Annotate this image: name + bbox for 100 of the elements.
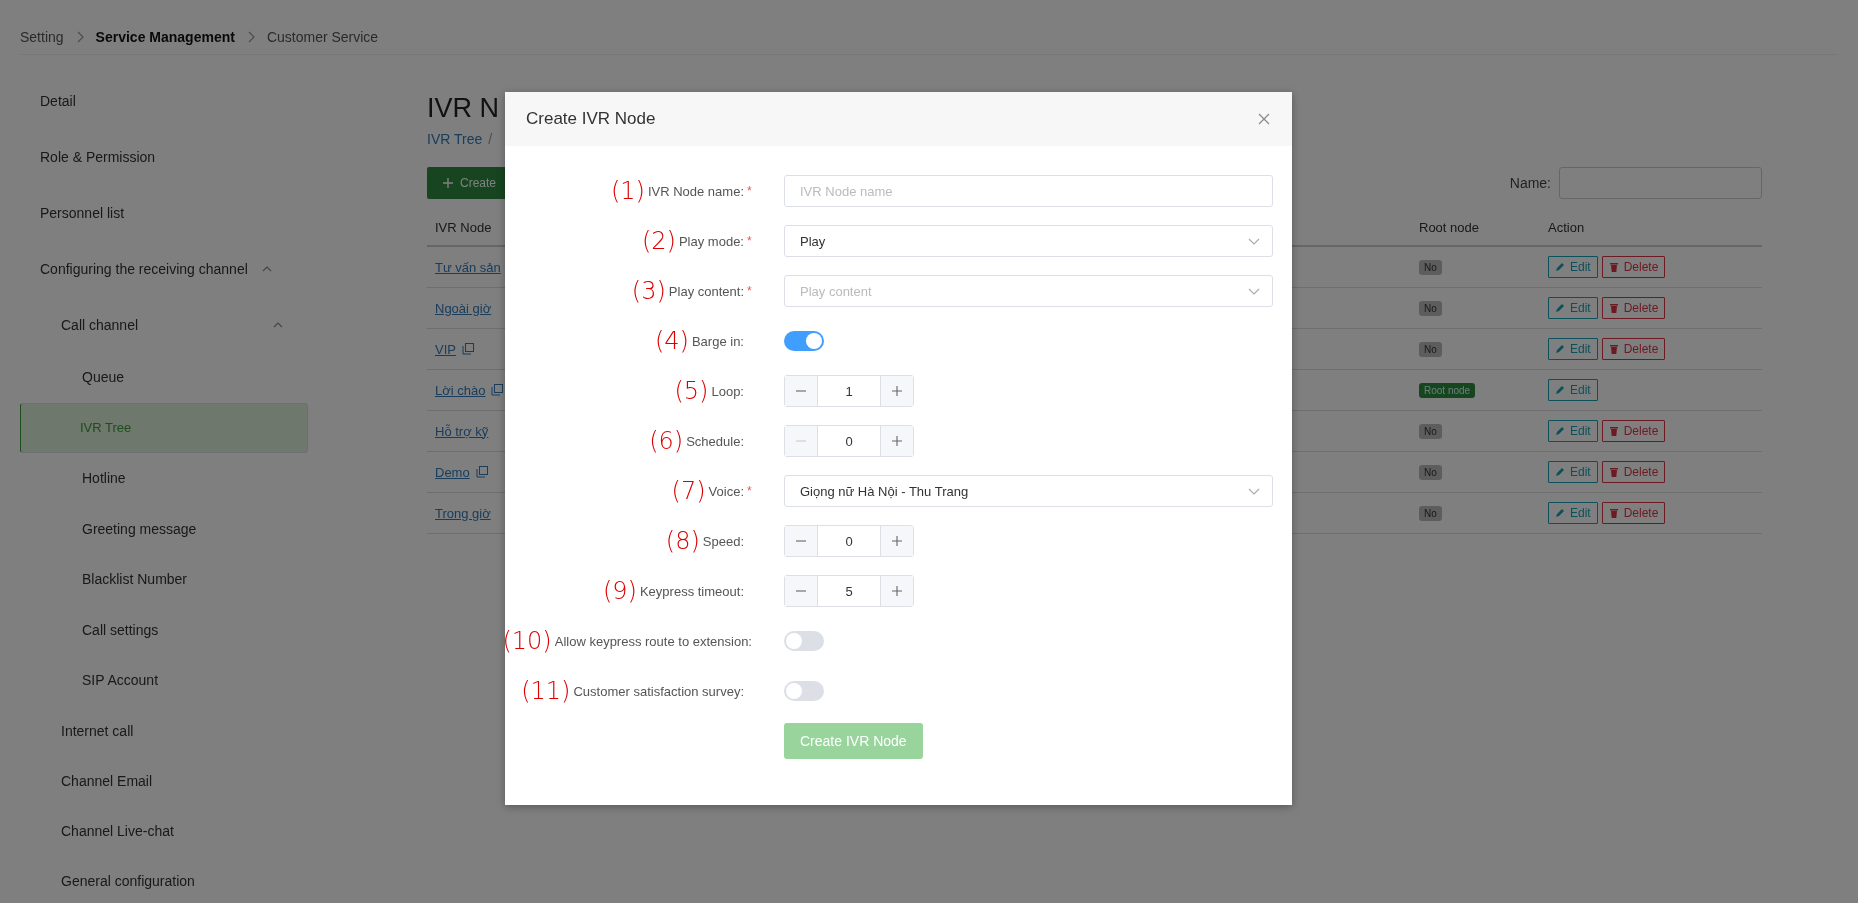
select-field[interactable]: Play content <box>784 275 1273 307</box>
filter-label: Name: <box>1509 175 1551 191</box>
number-value: 5 <box>844 582 854 601</box>
chevron-down-icon <box>1248 237 1260 245</box>
column-header: Root node <box>1418 219 1480 235</box>
decrement-button[interactable] <box>785 576 818 606</box>
trash-icon <box>1608 303 1619 313</box>
pencil-icon <box>1555 344 1565 354</box>
root-node-badge: No <box>1419 423 1442 439</box>
sidebar-item[interactable]: SIP Account <box>20 655 308 706</box>
sidebar-item[interactable]: Detail <box>20 73 308 129</box>
number-field[interactable]: 0 <box>784 425 914 457</box>
pencil-icon <box>1555 385 1565 395</box>
number-value: 1 <box>844 382 854 401</box>
sidebar-item[interactable]: Personnel list <box>20 185 308 241</box>
edit-button[interactable]: Edit <box>1548 420 1598 442</box>
delete-button[interactable]: Delete <box>1601 297 1666 319</box>
input-field[interactable]: IVR Node name <box>784 175 1273 207</box>
delete-button[interactable]: Delete <box>1601 338 1666 360</box>
increment-button[interactable] <box>880 376 913 406</box>
sidebar-item[interactable]: IVR Tree <box>20 402 308 453</box>
breadcrumb-link[interactable]: Service Management <box>95 29 235 45</box>
field-label: Play mode: <box>678 233 744 249</box>
field-label: Voice: <box>708 483 744 499</box>
toggle-switch[interactable] <box>784 681 824 701</box>
node-name-link[interactable]: Hỗ trợ kỹ <box>435 423 489 439</box>
field-label: Customer satisfaction survey: <box>573 683 744 699</box>
sidebar-item[interactable]: Greeting message <box>20 503 308 554</box>
column-header: Action <box>1547 219 1586 235</box>
toggle-switch[interactable] <box>784 631 824 651</box>
edit-button[interactable]: Edit <box>1548 297 1598 319</box>
toggle-switch[interactable] <box>784 331 824 351</box>
delete-button[interactable]: Delete <box>1601 420 1666 442</box>
pencil-icon <box>1555 508 1565 518</box>
sidebar-item[interactable]: Configuring the receiving channel <box>20 241 308 297</box>
increment-button[interactable] <box>880 426 913 456</box>
sidebar-item[interactable]: Queue <box>20 352 308 403</box>
sidebar-item[interactable]: Internet call <box>20 705 308 756</box>
chevron-down-icon <box>1248 487 1260 495</box>
annotation-number: (2) <box>641 227 676 255</box>
root-node-badge: No <box>1419 300 1442 316</box>
increment-button[interactable] <box>880 526 913 556</box>
copy-icon[interactable] <box>475 466 488 478</box>
select-field[interactable]: Play <box>784 225 1273 257</box>
annotation-number: (11) <box>521 677 571 705</box>
annotation-number: (7) <box>671 477 706 505</box>
delete-button[interactable]: Delete <box>1601 461 1666 483</box>
sidebar-item[interactable]: Role & Permission <box>20 129 308 185</box>
select-field[interactable]: Giọng nữ Hà Nội - Thu Trang <box>784 475 1273 507</box>
number-field[interactable]: 5 <box>784 575 914 607</box>
sidebar-item[interactable]: Channel Email <box>20 755 308 806</box>
field-label: Allow keypress route to extension: <box>554 633 752 649</box>
node-name-link[interactable]: Trong giờ <box>435 505 491 521</box>
plus-icon <box>892 536 902 546</box>
delete-button[interactable]: Delete <box>1601 502 1666 524</box>
node-name-link[interactable]: Tư vấn sản <box>435 259 501 275</box>
trash-icon <box>1608 344 1619 354</box>
root-node-badge: Root node <box>1419 382 1476 398</box>
annotation-number: (6) <box>649 427 684 455</box>
edit-button[interactable]: Edit <box>1548 338 1598 360</box>
copy-icon[interactable] <box>491 384 504 396</box>
edit-button[interactable]: Edit <box>1548 379 1598 401</box>
name-filter-field[interactable] <box>1559 167 1762 199</box>
annotation-number: (10) <box>502 627 552 655</box>
node-name-link[interactable]: VIP <box>435 341 456 357</box>
edit-button[interactable]: Edit <box>1548 461 1598 483</box>
number-field[interactable]: 1 <box>784 375 914 407</box>
breadcrumb-link[interactable]: Customer Service <box>266 29 379 45</box>
annotation-number: (5) <box>674 377 709 405</box>
trash-icon <box>1608 426 1619 436</box>
delete-button[interactable]: Delete <box>1601 256 1666 278</box>
node-name-link[interactable]: Lời chào <box>435 382 486 398</box>
pencil-icon <box>1555 426 1565 436</box>
node-name-link[interactable]: Ngoài giờ <box>435 300 492 316</box>
sidebar-item[interactable]: Hotline <box>20 453 308 504</box>
copy-icon[interactable] <box>461 343 474 355</box>
field-label: Loop: <box>711 383 744 399</box>
number-field[interactable]: 0 <box>784 525 914 557</box>
sidebar-item[interactable]: Call channel <box>20 297 308 352</box>
decrement-button[interactable] <box>785 376 818 406</box>
edit-button[interactable]: Edit <box>1548 502 1598 524</box>
breadcrumb-link[interactable]: IVR Tree <box>427 131 483 147</box>
sidebar-item[interactable]: Channel Live-chat <box>20 805 308 856</box>
node-name-link[interactable]: Demo <box>435 464 470 480</box>
sidebar-item[interactable]: General configuration <box>20 855 308 903</box>
required-asterisk: * <box>747 484 753 498</box>
close-icon[interactable] <box>1258 113 1270 125</box>
edit-button[interactable]: Edit <box>1548 256 1598 278</box>
sidebar-item[interactable]: Blacklist Number <box>20 554 308 605</box>
field-label: Schedule: <box>686 433 744 449</box>
breadcrumb-link[interactable]: Setting <box>20 29 64 45</box>
root-node-badge: No <box>1419 464 1442 480</box>
sidebar-item[interactable]: Call settings <box>20 604 308 655</box>
required-asterisk: * <box>747 284 753 298</box>
increment-button[interactable] <box>880 576 913 606</box>
root-node-badge: No <box>1419 505 1442 521</box>
plus-icon <box>892 436 902 446</box>
plus-icon <box>892 586 902 596</box>
pencil-icon <box>1555 303 1565 313</box>
decrement-button[interactable] <box>785 526 818 556</box>
